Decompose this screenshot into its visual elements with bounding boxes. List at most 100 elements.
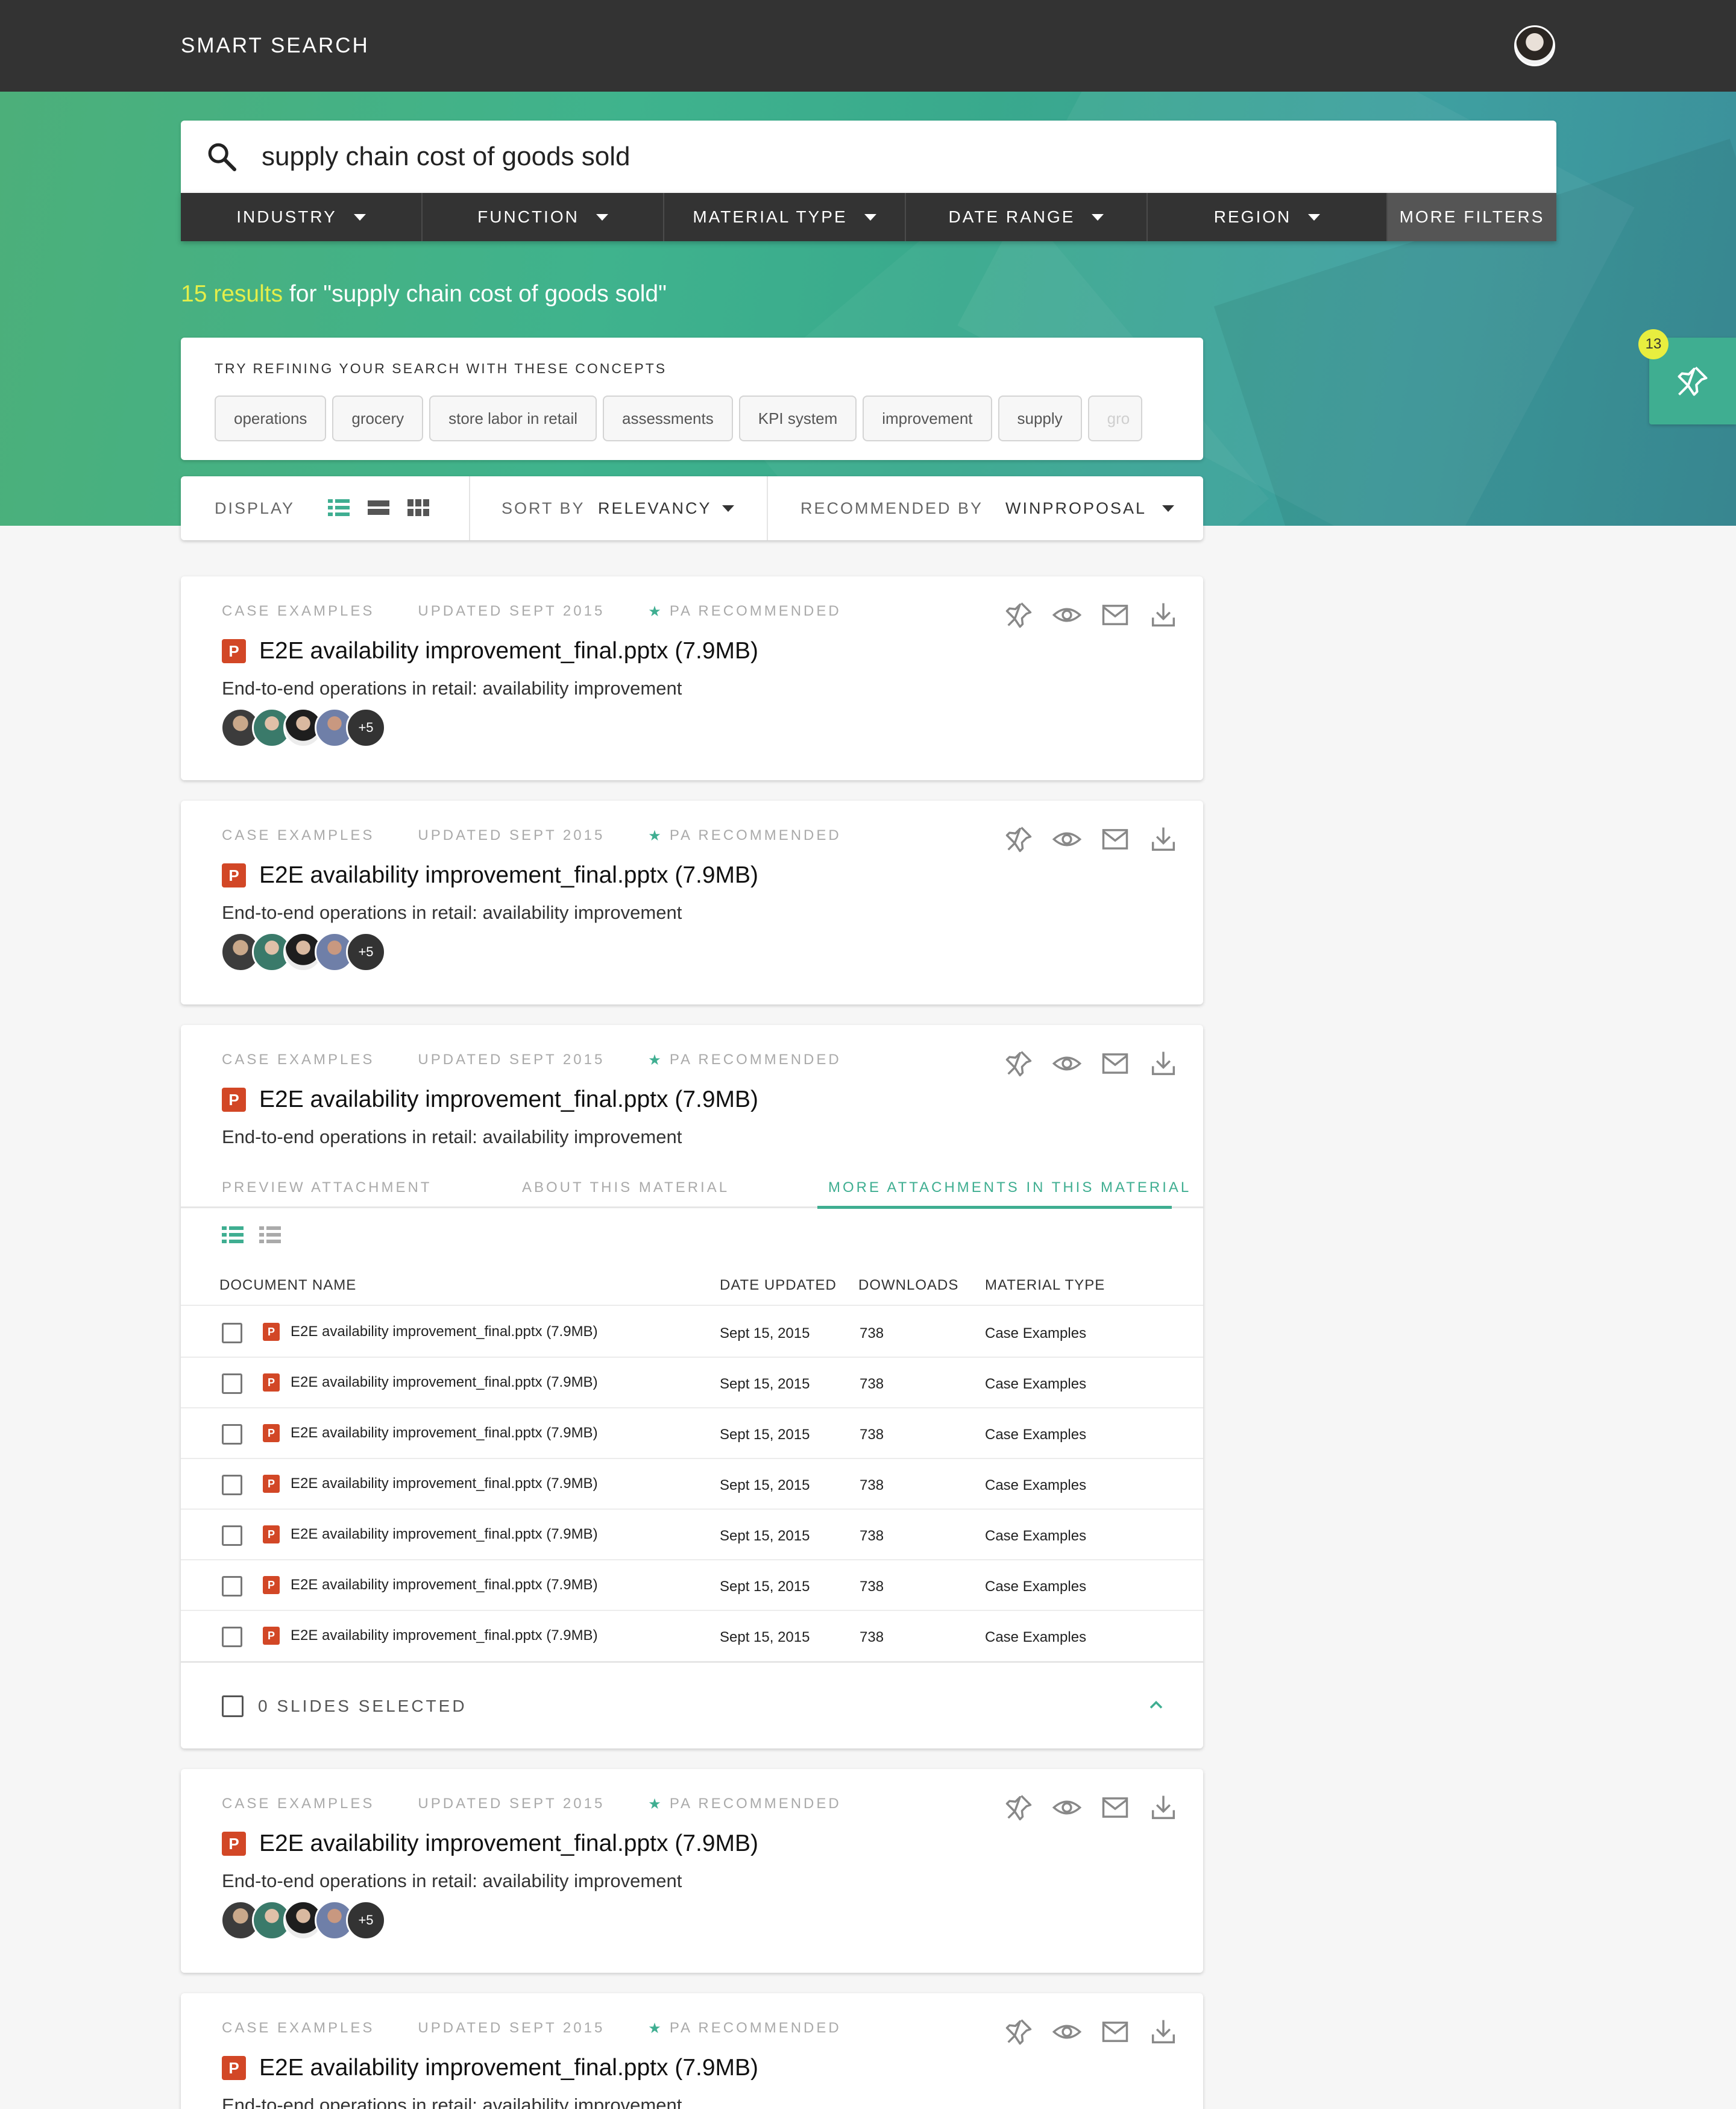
row-checkbox[interactable] <box>222 1373 242 1394</box>
list-simple-view-icon[interactable] <box>259 1225 281 1244</box>
pin-icon[interactable] <box>1003 824 1034 855</box>
table-row[interactable]: P E2E availability improvement_final.pptx… <box>181 1358 1203 1408</box>
row-checkbox[interactable] <box>222 1525 242 1546</box>
row-checkbox[interactable] <box>222 1323 242 1343</box>
sort-dropdown[interactable]: RELEVANCY <box>598 499 712 518</box>
chevron-up-icon[interactable] <box>1145 1694 1167 1716</box>
concept-chip[interactable]: gro <box>1087 396 1142 441</box>
pin-icon[interactable] <box>1003 1792 1034 1823</box>
preview-eye-icon[interactable] <box>1051 1048 1083 1079</box>
card-title[interactable]: E2E availability improvement_final.pptx … <box>259 1830 758 1857</box>
card-title[interactable]: E2E availability improvement_final.pptx … <box>259 1086 758 1113</box>
result-card[interactable]: CASE EXAMPLES UPDATED SEPT 2015 ★ PA RECO… <box>181 801 1203 1004</box>
email-icon[interactable] <box>1099 599 1131 631</box>
row-checkbox[interactable] <box>222 1424 242 1445</box>
row-document-name[interactable]: E2E availability improvement_final.pptx … <box>291 1577 598 1594</box>
column-document-name[interactable]: DOCUMENT NAME <box>219 1277 356 1294</box>
concept-chip[interactable]: assessments <box>603 396 733 441</box>
grid-view-icon[interactable] <box>407 498 429 517</box>
card-title[interactable]: E2E availability improvement_final.pptx … <box>259 862 758 889</box>
download-icon[interactable] <box>1148 599 1179 631</box>
card-title-row[interactable]: P E2E availability improvement_final.ppt… <box>222 638 758 664</box>
concept-chip[interactable]: improvement <box>863 396 992 441</box>
download-icon[interactable] <box>1148 2016 1179 2048</box>
table-row[interactable]: P E2E availability improvement_final.pptx… <box>181 1459 1203 1510</box>
concept-chips: operations grocery store labor in retail… <box>215 396 1142 441</box>
contributors: +5 <box>221 932 386 972</box>
row-checkbox[interactable] <box>222 1627 242 1647</box>
table-row[interactable]: P E2E availability improvement_final.pptx… <box>181 1307 1203 1358</box>
list-detailed-view-icon[interactable] <box>328 498 350 517</box>
list-compact-view-icon[interactable] <box>368 498 389 517</box>
recommended-by-dropdown[interactable]: WINPROPOSAL <box>1005 499 1146 518</box>
preview-eye-icon[interactable] <box>1051 599 1083 631</box>
select-all-checkbox[interactable] <box>222 1695 244 1717</box>
powerpoint-icon: P <box>263 1475 280 1493</box>
tab-preview-attachment[interactable]: PREVIEW ATTACHMENT <box>222 1179 432 1196</box>
filter-material-type[interactable]: MATERIAL TYPE <box>664 193 906 241</box>
card-title-row[interactable]: P E2E availability improvement_final.ppt… <box>222 1086 758 1113</box>
concept-chip[interactable]: KPI system <box>738 396 857 441</box>
pin-icon[interactable] <box>1003 599 1034 631</box>
concept-chip[interactable]: store labor in retail <box>429 396 597 441</box>
table-row[interactable]: P E2E availability improvement_final.pptx… <box>181 1510 1203 1560</box>
pin-icon[interactable] <box>1003 2016 1034 2048</box>
preview-eye-icon[interactable] <box>1051 824 1083 855</box>
download-icon[interactable] <box>1148 1792 1179 1823</box>
caret-down-icon[interactable] <box>722 505 734 512</box>
email-icon[interactable] <box>1099 1792 1131 1823</box>
result-card[interactable]: CASE EXAMPLES UPDATED SEPT 2015 ★ PA RECO… <box>181 1993 1203 2109</box>
concept-chip[interactable]: operations <box>215 396 327 441</box>
more-contributors-badge[interactable]: +5 <box>346 708 386 748</box>
card-title[interactable]: E2E availability improvement_final.pptx … <box>259 2055 758 2081</box>
concept-chip[interactable]: grocery <box>332 396 424 441</box>
row-document-name[interactable]: E2E availability improvement_final.pptx … <box>291 1627 598 1644</box>
row-document-name[interactable]: E2E availability improvement_final.pptx … <box>291 1526 598 1543</box>
column-material-type[interactable]: MATERIAL TYPE <box>985 1277 1105 1294</box>
more-filters-button[interactable]: MORE FILTERS <box>1388 193 1556 241</box>
concept-chip[interactable]: supply <box>998 396 1082 441</box>
preview-eye-icon[interactable] <box>1051 1792 1083 1823</box>
result-card[interactable]: CASE EXAMPLES UPDATED SEPT 2015 ★ PA RECO… <box>181 576 1203 780</box>
row-document-name[interactable]: E2E availability improvement_final.pptx … <box>291 1425 598 1442</box>
search-input[interactable] <box>262 134 1527 180</box>
download-icon[interactable] <box>1148 824 1179 855</box>
tab-about-material[interactable]: ABOUT THIS MATERIAL <box>522 1179 729 1196</box>
filter-function[interactable]: FUNCTION <box>423 193 664 241</box>
email-icon[interactable] <box>1099 2016 1131 2048</box>
slides-selected-label: 0 SLIDES SELECTED <box>258 1697 467 1715</box>
caret-down-icon[interactable] <box>1162 505 1174 512</box>
preview-eye-icon[interactable] <box>1051 2016 1083 2048</box>
card-title-row[interactable]: P E2E availability improvement_final.ppt… <box>222 2055 758 2081</box>
table-row[interactable]: P E2E availability improvement_final.pptx… <box>181 1611 1203 1662</box>
row-checkbox[interactable] <box>222 1475 242 1495</box>
email-icon[interactable] <box>1099 1048 1131 1079</box>
table-row[interactable]: P E2E availability improvement_final.pptx… <box>181 1560 1203 1611</box>
more-contributors-badge[interactable]: +5 <box>346 932 386 972</box>
card-title[interactable]: E2E availability improvement_final.pptx … <box>259 638 758 664</box>
filter-date-range[interactable]: DATE RANGE <box>906 193 1148 241</box>
row-document-name[interactable]: E2E availability improvement_final.pptx … <box>291 1323 598 1340</box>
tab-more-attachments[interactable]: MORE ATTACHMENTS IN THIS MATERIAL <box>828 1179 1191 1196</box>
user-avatar[interactable] <box>1514 25 1555 66</box>
row-document-name[interactable]: E2E availability improvement_final.pptx … <box>291 1374 598 1391</box>
list-detailed-view-icon[interactable] <box>222 1225 244 1244</box>
more-contributors-badge[interactable]: +5 <box>346 1900 386 1940</box>
result-card[interactable]: CASE EXAMPLES UPDATED SEPT 2015 ★ PA RECO… <box>181 1769 1203 1973</box>
card-title-row[interactable]: P E2E availability improvement_final.ppt… <box>222 1830 758 1857</box>
table-row[interactable]: P E2E availability improvement_final.pptx… <box>181 1408 1203 1459</box>
search-icon[interactable] <box>205 140 239 174</box>
pin-icon[interactable] <box>1003 1048 1034 1079</box>
card-meta: CASE EXAMPLES UPDATED SEPT 2015 ★ PA RECO… <box>222 603 885 620</box>
download-icon[interactable] <box>1148 1048 1179 1079</box>
card-title-row[interactable]: P E2E availability improvement_final.ppt… <box>222 862 758 889</box>
email-icon[interactable] <box>1099 824 1131 855</box>
filter-industry[interactable]: INDUSTRY <box>181 193 423 241</box>
column-downloads[interactable]: DOWNLOADS <box>858 1277 958 1294</box>
filter-region[interactable]: REGION <box>1148 193 1388 241</box>
powerpoint-icon: P <box>263 1323 280 1341</box>
result-card-expanded[interactable]: CASE EXAMPLES UPDATED SEPT 2015 ★ PA RECO… <box>181 1025 1203 1748</box>
row-document-name[interactable]: E2E availability improvement_final.pptx … <box>291 1475 598 1492</box>
row-checkbox[interactable] <box>222 1576 242 1597</box>
column-date-updated[interactable]: DATE UPDATED <box>720 1277 837 1294</box>
